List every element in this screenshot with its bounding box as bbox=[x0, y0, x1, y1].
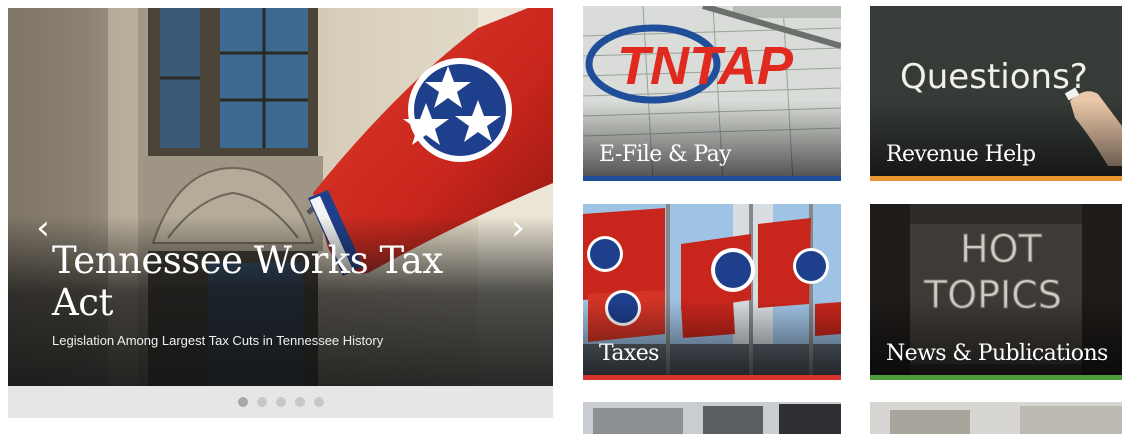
hot-letters-text: HOT bbox=[960, 227, 1042, 271]
tile-row3-left-image bbox=[583, 402, 841, 434]
tile-row3-left[interactable] bbox=[583, 402, 841, 434]
tile-taxes[interactable]: Taxes bbox=[583, 204, 841, 380]
chalk-writing: Questions? bbox=[900, 57, 1088, 97]
tile-taxes-label: Taxes bbox=[599, 341, 659, 366]
carousel-dot-3[interactable] bbox=[275, 397, 286, 407]
tile-help-label: Revenue Help bbox=[886, 142, 1036, 167]
tile-shade bbox=[870, 101, 1122, 181]
tile-news-publications[interactable]: HOT TOPICS News & Publications bbox=[870, 204, 1122, 380]
carousel-next-arrow-icon[interactable]: › bbox=[503, 208, 533, 248]
tile-taxes-accent-bar bbox=[583, 375, 841, 380]
hero-subtitle: Legislation Among Largest Tax Cuts in Te… bbox=[52, 333, 384, 348]
tile-shade bbox=[583, 300, 841, 380]
tntap-logo-text: TNTAP bbox=[617, 36, 794, 96]
hero-carousel[interactable]: Tennessee Works Tax Act Legislation Amon… bbox=[8, 8, 553, 386]
carousel-dot-2[interactable] bbox=[256, 397, 267, 407]
tile-news-accent-bar bbox=[870, 375, 1122, 380]
tile-efile-label: E-File & Pay bbox=[599, 142, 732, 167]
tile-efile-pay[interactable]: TNTAP E-File & Pay bbox=[583, 6, 841, 181]
tile-help-accent-bar bbox=[870, 176, 1122, 181]
carousel-dot-1[interactable] bbox=[237, 397, 248, 407]
tntap-logo: TNTAP bbox=[617, 36, 794, 96]
carousel-prev-arrow-icon[interactable]: ‹ bbox=[28, 208, 58, 248]
tile-row3-right-image bbox=[870, 402, 1122, 434]
tile-efile-accent-bar bbox=[583, 176, 841, 181]
tile-row3-right[interactable] bbox=[870, 402, 1122, 434]
carousel-dot-5[interactable] bbox=[313, 397, 324, 407]
tile-revenue-help[interactable]: Questions? Revenue Help bbox=[870, 6, 1122, 181]
hero-title[interactable]: Tennessee Works Tax Act bbox=[52, 240, 452, 324]
carousel-dot-4[interactable] bbox=[294, 397, 305, 407]
chalk-questions-text: Questions? bbox=[900, 57, 1088, 97]
tile-shade bbox=[583, 101, 841, 181]
tile-news-label: News & Publications bbox=[886, 341, 1108, 366]
carousel-pagination bbox=[8, 386, 553, 418]
tile-shade bbox=[870, 300, 1122, 380]
